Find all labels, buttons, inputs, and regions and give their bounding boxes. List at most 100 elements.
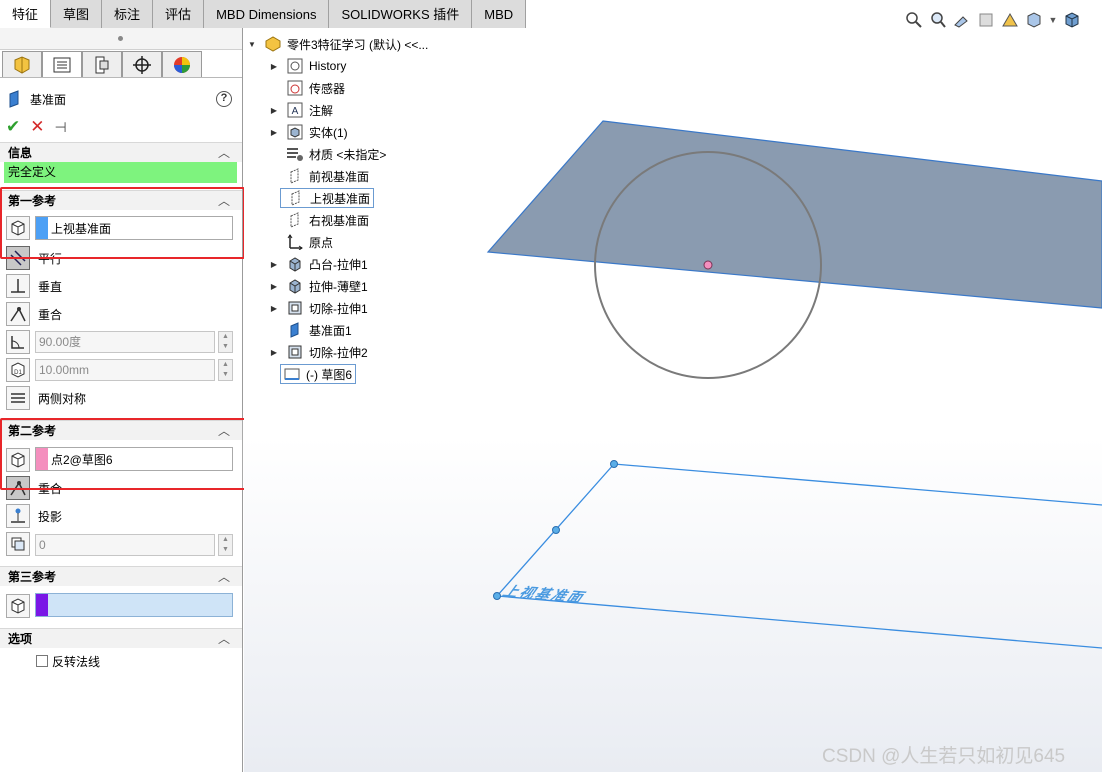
tab-mbd[interactable]: MBD (472, 0, 527, 28)
tree-item-label: 注解 (309, 103, 334, 118)
count-input[interactable]: 0 (35, 534, 215, 556)
tree-item-sensors[interactable]: 传感器 (268, 77, 345, 99)
plane-handle (610, 460, 618, 468)
section-view-icon[interactable] (976, 10, 996, 30)
flip-normal-checkbox[interactable] (36, 655, 48, 667)
third-reference-selection[interactable] (35, 593, 233, 617)
tab-features[interactable]: 特征 (0, 0, 52, 28)
dimxpert-manager-tab[interactable] (122, 51, 162, 77)
collapse-chevron-icon[interactable]: ︿ (218, 143, 230, 163)
graphics-viewport[interactable]: 上视基准面 (244, 28, 1102, 772)
first-reference-swatch (36, 217, 48, 239)
expand-arrow-icon[interactable]: ▶ (268, 106, 280, 115)
parallel-icon[interactable] (6, 246, 30, 270)
tree-root[interactable]: ▼ 零件3特征学习 (默认) <<... (246, 33, 428, 55)
tree-item-solid-bodies[interactable]: ▶ 实体(1) (268, 121, 348, 143)
tree-item-right-plane[interactable]: 右视基准面 (268, 209, 369, 231)
cancel-x-icon[interactable]: ✕ (30, 117, 44, 137)
view-orientation-icon[interactable] (1024, 10, 1044, 30)
first-reference-selection[interactable]: 上视基准面 (35, 216, 233, 240)
offset-distance-icon[interactable]: D1 (6, 358, 30, 382)
tree-item-history[interactable]: ▶ History (268, 55, 346, 77)
third-reference-header[interactable]: 第三参考 ︿ (0, 566, 242, 586)
tree-item-material[interactable]: 材质 <未指定> (268, 143, 386, 165)
expand-arrow-icon[interactable]: ▶ (268, 348, 280, 357)
second-reference-header[interactable]: 第二参考 ︿ (0, 420, 242, 440)
zoom-to-fit-icon[interactable] (904, 10, 924, 30)
tree-item-front-plane[interactable]: 前视基准面 (268, 165, 369, 187)
tab-sketch[interactable]: 草图 (51, 0, 103, 28)
options-section-header[interactable]: 选项 ︿ (0, 628, 242, 648)
dropdown-chevron-icon[interactable]: ▼ (1048, 10, 1058, 30)
panel-collapse-handle[interactable] (0, 28, 242, 50)
angle-icon[interactable] (6, 330, 30, 354)
zoom-to-area-icon[interactable] (928, 10, 948, 30)
tab-annotate[interactable]: 标注 (102, 0, 154, 28)
previous-view-icon[interactable] (952, 10, 972, 30)
project-option[interactable]: 投影 (6, 503, 62, 529)
tree-item-label: 材质 <未指定> (309, 147, 387, 162)
first-reference-value: 上视基准面 (51, 221, 112, 236)
tree-item-plane1[interactable]: 基准面1 (268, 319, 352, 341)
collapse-arrow-icon[interactable]: ▼ (246, 40, 258, 49)
crosshair-icon (133, 55, 151, 74)
coincident-icon[interactable] (6, 302, 30, 326)
second-reference-selection[interactable]: 点2@草图6 (35, 447, 233, 471)
collapse-chevron-icon[interactable]: ︿ (218, 567, 230, 587)
offset-distance-input[interactable]: 10.00mm (35, 359, 215, 381)
expand-arrow-icon[interactable]: ▶ (268, 128, 280, 137)
tree-item-label: 基准面1 (309, 323, 352, 338)
collapse-chevron-icon[interactable]: ︿ (218, 421, 230, 441)
feature-manager-tab[interactable] (2, 51, 42, 77)
tab-solidworks-addins[interactable]: SOLIDWORKS 插件 (329, 0, 473, 28)
collapse-chevron-icon[interactable]: ︿ (218, 629, 230, 649)
tree-item-annotations[interactable]: ▶ A 注解 (268, 99, 333, 121)
display-style-icon[interactable] (1062, 10, 1082, 30)
coincident-icon[interactable] (6, 476, 30, 500)
tree-item-cut-extrude1[interactable]: ▶ 切除-拉伸1 (268, 297, 368, 319)
perpendicular-option[interactable]: 垂直 (6, 273, 62, 299)
perpendicular-icon[interactable] (6, 274, 30, 298)
first-reference-title: 第一参考 (8, 194, 57, 208)
symmetric-label: 两侧对称 (38, 391, 87, 406)
pin-icon[interactable]: ⊣ (55, 119, 67, 136)
tab-evaluate[interactable]: 评估 (153, 0, 205, 28)
angle-input[interactable]: 90.00度 (35, 331, 215, 353)
expand-arrow-icon[interactable]: ▶ (268, 260, 280, 269)
display-manager-tab[interactable] (162, 51, 202, 77)
help-icon[interactable]: ? (216, 91, 232, 107)
project-icon[interactable] (6, 504, 30, 528)
first-reference-header[interactable]: 第一参考 ︿ (0, 190, 242, 210)
expand-arrow-icon[interactable]: ▶ (268, 304, 280, 313)
count-spinner[interactable]: ▲ ▼ (218, 534, 233, 556)
tree-item-origin[interactable]: 原点 (268, 231, 333, 253)
mid-plane-icon[interactable] (6, 386, 30, 410)
coincident-option[interactable]: 重合 (6, 301, 62, 327)
tree-item-thin-extrude1[interactable]: ▶ 拉伸-薄壁1 (268, 275, 368, 297)
offset-spinner[interactable]: ▲ ▼ (218, 359, 233, 381)
collapse-chevron-icon[interactable]: ︿ (218, 191, 230, 211)
solid-body-icon (286, 123, 304, 141)
thin-extrude-icon (286, 277, 304, 295)
coincident-label: 重合 (38, 481, 63, 496)
ok-check-icon[interactable]: ✔ (6, 117, 20, 137)
dynamic-annotation-icon[interactable] (1000, 10, 1020, 30)
symmetric-option[interactable]: 两侧对称 (6, 385, 86, 411)
annotation-icon: A (286, 101, 304, 119)
flip-normal-option[interactable]: 反转法线 (36, 648, 100, 674)
angle-spinner[interactable]: ▲ ▼ (218, 331, 233, 353)
tree-item-sketch6[interactable]: (-) 草图6 (280, 363, 356, 385)
property-manager-tab[interactable] (42, 51, 82, 77)
options-section-title: 选项 (8, 632, 33, 646)
configuration-manager-tab[interactable] (82, 51, 122, 77)
expand-arrow-icon[interactable]: ▶ (268, 62, 280, 71)
tree-item-boss-extrude1[interactable]: ▶ 凸台-拉伸1 (268, 253, 368, 275)
info-section-header[interactable]: 信息 ︿ (0, 142, 242, 162)
tree-item-cut-extrude2[interactable]: ▶ 切除-拉伸2 (268, 341, 368, 363)
tree-item-top-plane[interactable]: 上视基准面 (268, 187, 375, 209)
parallel-option[interactable]: 平行 (6, 245, 62, 271)
tab-mbd-dimensions[interactable]: MBD Dimensions (204, 0, 330, 28)
expand-arrow-icon[interactable]: ▶ (268, 282, 280, 291)
coincident-option-2[interactable]: 重合 (6, 475, 62, 501)
pattern-icon[interactable] (6, 532, 30, 556)
